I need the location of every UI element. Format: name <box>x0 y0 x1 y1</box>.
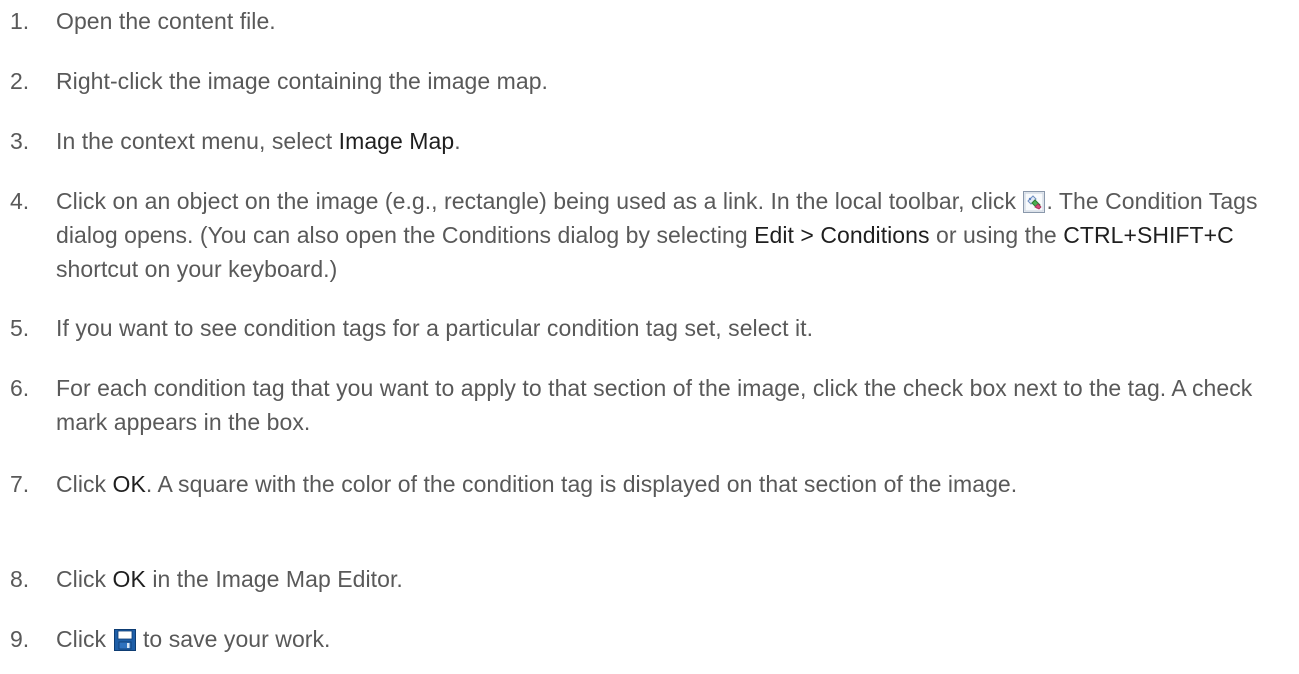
step-text-pre: Click <box>56 566 113 592</box>
step-number: 2. <box>10 68 30 94</box>
step-text-post: in the Image Map Editor. <box>145 566 403 592</box>
step-text-post: to save your work. <box>136 626 331 652</box>
step-number: 7. <box>10 471 30 497</box>
step-text: For each condition tag that you want to … <box>56 375 1253 435</box>
step-text-post: . A square with the color of the conditi… <box>145 471 1018 497</box>
step-text: Click OK in the Image Map Editor. <box>56 562 1281 596</box>
step-text: If you want to see condition tags for a … <box>56 315 814 341</box>
step-text-mid2: or using the <box>929 222 1064 248</box>
step-text-post: shortcut on your keyboard.) <box>56 256 338 282</box>
step-number: 6. <box>10 375 30 401</box>
step-number: 3. <box>10 128 30 154</box>
ui-term-image-map: Image Map <box>338 128 455 154</box>
step-2: 2. Right-click the image containing the … <box>0 64 1290 98</box>
step-number: 4. <box>10 188 30 214</box>
step-text-post: . <box>454 128 461 154</box>
save-icon <box>113 626 136 651</box>
step-text-pre: Click <box>56 626 113 652</box>
step-text-pre: Click <box>56 471 113 497</box>
step-text: Open the content file. <box>56 8 276 34</box>
step-1: 1. Open the content file. <box>0 4 1290 38</box>
ui-term-ok: OK <box>112 566 146 592</box>
ui-term-edit-conditions: Edit > Conditions <box>754 222 930 248</box>
step-number: 1. <box>10 8 30 34</box>
step-5: 5. If you want to see condition tags for… <box>0 311 1290 345</box>
step-number: 8. <box>10 566 30 592</box>
ui-term-ok: OK <box>112 471 146 497</box>
step-text-pre: Click on an object on the image (e.g., r… <box>56 188 1023 214</box>
shortcut-ctrl-shift-c: CTRL+SHIFT+C <box>1063 222 1234 248</box>
step-text: In the context menu, select Image Map. <box>56 124 1281 158</box>
step-text: Click on an object on the image (e.g., r… <box>56 184 1281 286</box>
step-text: Right-click the image containing the ima… <box>56 68 548 94</box>
step-3: 3. In the context menu, select Image Map… <box>0 124 1290 158</box>
step-number: 5. <box>10 315 30 341</box>
step-4: 4. Click on an object on the image (e.g.… <box>0 184 1290 286</box>
condition-tags-icon <box>1023 188 1046 213</box>
step-text: Click OK. A square with the color of the… <box>56 467 1281 501</box>
step-9: 9. Click to save your work. <box>0 622 1290 656</box>
step-8: 8. Click OK in the Image Map Editor. <box>0 562 1290 596</box>
step-text: Click to save your work. <box>56 622 1281 656</box>
step-7: 7. Click OK. A square with the color of … <box>0 467 1290 501</box>
step-number: 9. <box>10 626 30 652</box>
step-text-pre: In the context menu, select <box>56 128 339 154</box>
step-6: 6. For each condition tag that you want … <box>0 371 1290 439</box>
